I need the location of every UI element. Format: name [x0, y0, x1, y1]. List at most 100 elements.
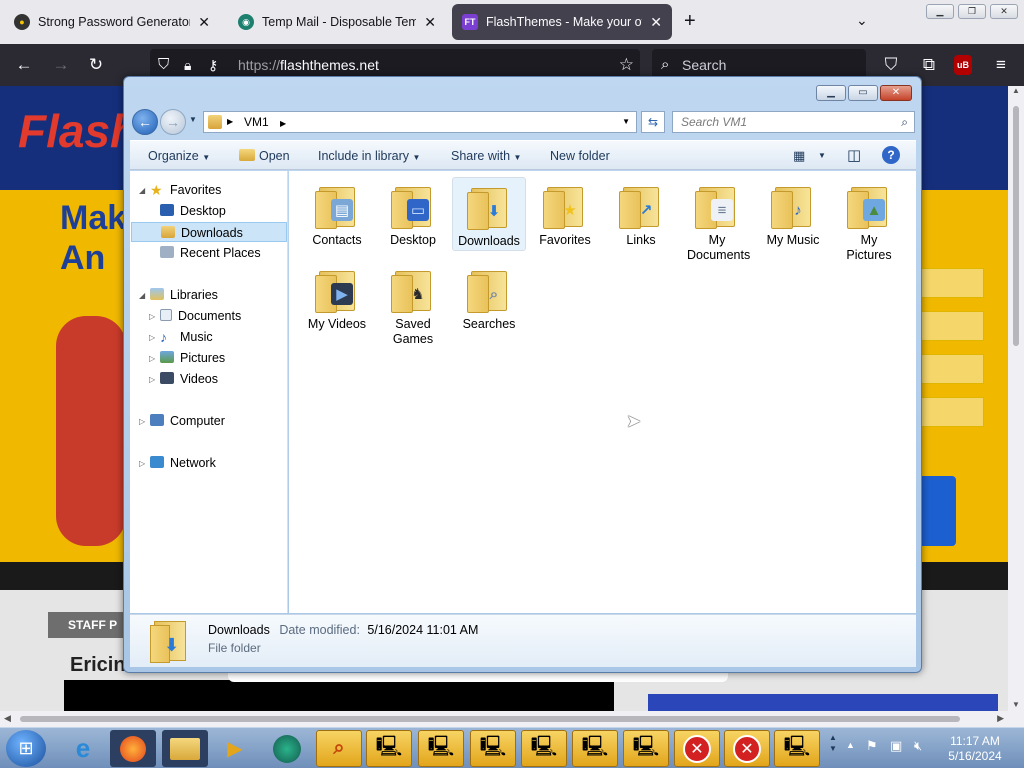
- organize-menu[interactable]: Organize ▼: [148, 141, 210, 171]
- new-tab-button[interactable]: +: [684, 10, 696, 33]
- change-view-icon[interactable]: ▦: [793, 141, 805, 171]
- collapsed-triangle-icon[interactable]: ▷: [139, 417, 145, 426]
- preview-pane-icon[interactable]: ◫: [847, 141, 861, 171]
- signup-field[interactable]: [920, 397, 984, 427]
- scroll-thumb[interactable]: [20, 716, 960, 722]
- nav-item-music[interactable]: ♪ Music: [160, 327, 213, 347]
- show-hidden-icons-icon[interactable]: ▲: [846, 740, 855, 750]
- host-close-button[interactable]: ✕: [990, 4, 1018, 19]
- recent-pages-chevron-down-icon[interactable]: ▼: [189, 115, 197, 124]
- collapsed-triangle-icon[interactable]: ▷: [149, 333, 155, 342]
- scroll-left-icon[interactable]: ◀: [4, 713, 11, 724]
- include-in-library-menu[interactable]: Include in library ▼: [318, 141, 420, 171]
- remote-computer-icon[interactable]: 🖳︎: [572, 730, 618, 767]
- network-status-icon[interactable]: ▣: [890, 738, 902, 754]
- search-input[interactable]: Search VM1 ⌕: [672, 111, 915, 133]
- view-options-chevron-down-icon[interactable]: ▼: [818, 141, 826, 171]
- list-all-tabs-chevron-down-icon[interactable]: ⌄: [856, 12, 868, 29]
- folder-my-music[interactable]: ♪ My Music: [756, 177, 830, 251]
- refresh-button[interactable]: ⇆: [641, 111, 665, 133]
- tab-temp-mail[interactable]: ◉ Temp Mail - Disposable Tempo ✕: [228, 4, 446, 40]
- host-restore-button[interactable]: ❐: [958, 4, 986, 19]
- tab-strong-password-generator[interactable]: ● Strong Password Generator ✕: [4, 4, 220, 40]
- explorer-taskbar-folder-icon[interactable]: [162, 730, 208, 767]
- folder-contacts[interactable]: ▤ Contacts: [300, 177, 374, 251]
- taskbar-scroll-arrows-icon[interactable]: ▲ ▼: [828, 732, 838, 765]
- nav-item-downloads[interactable]: Downloads: [131, 222, 287, 242]
- tab-close-icon[interactable]: ✕: [424, 14, 436, 31]
- folder-searches[interactable]: ⌕ Searches: [452, 261, 526, 335]
- remote-computer-icon[interactable]: 🖳︎: [774, 730, 820, 767]
- media-player-icon[interactable]: ▶: [212, 730, 258, 767]
- folder-links[interactable]: ↗ Links: [604, 177, 678, 251]
- collapsed-triangle-icon[interactable]: ▷: [139, 459, 145, 468]
- scroll-right-icon[interactable]: ▶: [997, 713, 1004, 724]
- new-folder-button[interactable]: New folder: [550, 141, 610, 171]
- host-minimize-button[interactable]: ▁: [926, 4, 954, 19]
- maximize-button[interactable]: ▭: [848, 85, 878, 101]
- search-app-magnifier-icon[interactable]: ⌕: [316, 730, 362, 767]
- video-player[interactable]: [64, 680, 614, 711]
- scroll-thumb[interactable]: [1013, 106, 1019, 346]
- open-button[interactable]: Open: [239, 141, 290, 171]
- address-history-chevron-down-icon[interactable]: ▼: [622, 112, 630, 132]
- ublock-origin-icon[interactable]: uB: [954, 55, 972, 75]
- close-button[interactable]: ✕: [880, 85, 912, 101]
- signup-field[interactable]: [920, 354, 984, 384]
- nav-item-computer[interactable]: Computer: [150, 411, 225, 431]
- action-center-flag-icon[interactable]: ⚑: [866, 738, 878, 754]
- nav-item-network[interactable]: Network: [150, 453, 216, 473]
- page-horizontal-scrollbar[interactable]: ◀ ▶: [0, 711, 1024, 727]
- folder-favorites[interactable]: ★ Favorites: [528, 177, 602, 251]
- signup-field[interactable]: [920, 268, 984, 298]
- folder-saved-games[interactable]: ♞ Saved Games: [376, 261, 450, 346]
- nav-item-documents[interactable]: Documents: [160, 306, 241, 326]
- back-button[interactable]: ←: [132, 109, 158, 135]
- nav-item-recent-places[interactable]: Recent Places: [160, 243, 261, 263]
- nav-item-desktop[interactable]: Desktop: [160, 201, 226, 221]
- expanded-triangle-icon[interactable]: ◢: [139, 186, 145, 195]
- nav-item-pictures[interactable]: Pictures: [160, 348, 225, 368]
- forward-arrow-icon[interactable]: →: [50, 54, 72, 76]
- forward-button[interactable]: →: [160, 109, 186, 135]
- menu-hamburger-icon[interactable]: ≡: [990, 54, 1012, 76]
- folder-my-pictures[interactable]: ▲ My Pictures: [832, 177, 906, 262]
- tab-close-icon[interactable]: ✕: [198, 14, 210, 31]
- start-button-windows-icon[interactable]: ⊞: [6, 730, 46, 767]
- collapsed-triangle-icon[interactable]: ▷: [149, 354, 155, 363]
- volume-muted-icon[interactable]: 🔇︎: [914, 738, 922, 754]
- remote-computer-icon[interactable]: 🖳︎: [418, 730, 464, 767]
- collapsed-triangle-icon[interactable]: ▷: [149, 375, 155, 384]
- remote-computer-icon[interactable]: 🖳︎: [623, 730, 669, 767]
- folder-my-videos[interactable]: ▶ My Videos: [300, 261, 374, 335]
- firefox-icon[interactable]: [110, 730, 156, 767]
- remote-computer-icon[interactable]: 🖳︎: [366, 730, 412, 767]
- error-app-icon[interactable]: ✕: [724, 730, 770, 767]
- nav-item-libraries[interactable]: Libraries: [150, 285, 218, 305]
- minimize-button[interactable]: ▁: [816, 85, 846, 101]
- share-with-menu[interactable]: Share with ▼: [451, 141, 521, 171]
- folder-downloads[interactable]: ⬇ Downloads: [452, 177, 526, 251]
- scroll-down-icon[interactable]: ▼: [1012, 700, 1020, 709]
- extensions-puzzle-icon[interactable]: ⧉: [918, 54, 940, 76]
- site-logo[interactable]: Flash: [18, 104, 138, 158]
- breadcrumb-separator-icon[interactable]: ▶: [227, 112, 233, 132]
- app-green-globe-icon[interactable]: [264, 730, 310, 767]
- back-arrow-icon[interactable]: ←: [13, 54, 35, 76]
- remote-computer-icon[interactable]: 🖳︎: [521, 730, 567, 767]
- breadcrumb-vm1[interactable]: VM1: [244, 115, 269, 129]
- internet-explorer-icon[interactable]: e: [60, 730, 106, 767]
- remote-computer-icon[interactable]: 🖳︎: [470, 730, 516, 767]
- page-vertical-scrollbar[interactable]: ▲ ▼: [1008, 86, 1024, 711]
- reload-icon[interactable]: ↻: [85, 54, 107, 76]
- folder-desktop[interactable]: ▭ Desktop: [376, 177, 450, 251]
- folder-my-documents[interactable]: ≡ My Documents: [680, 177, 754, 262]
- search-icon[interactable]: ⌕: [901, 112, 908, 132]
- system-clock[interactable]: 11:17 AM 5/16/2024: [940, 734, 1010, 764]
- scroll-up-icon[interactable]: ▲: [1012, 86, 1020, 95]
- nav-item-favorites[interactable]: ★ Favorites: [150, 180, 221, 200]
- collapsed-triangle-icon[interactable]: ▷: [149, 312, 155, 321]
- tab-flashthemes[interactable]: FT FlashThemes - Make your own ✕: [452, 4, 672, 40]
- signup-field[interactable]: [920, 311, 984, 341]
- expanded-triangle-icon[interactable]: ◢: [139, 291, 145, 300]
